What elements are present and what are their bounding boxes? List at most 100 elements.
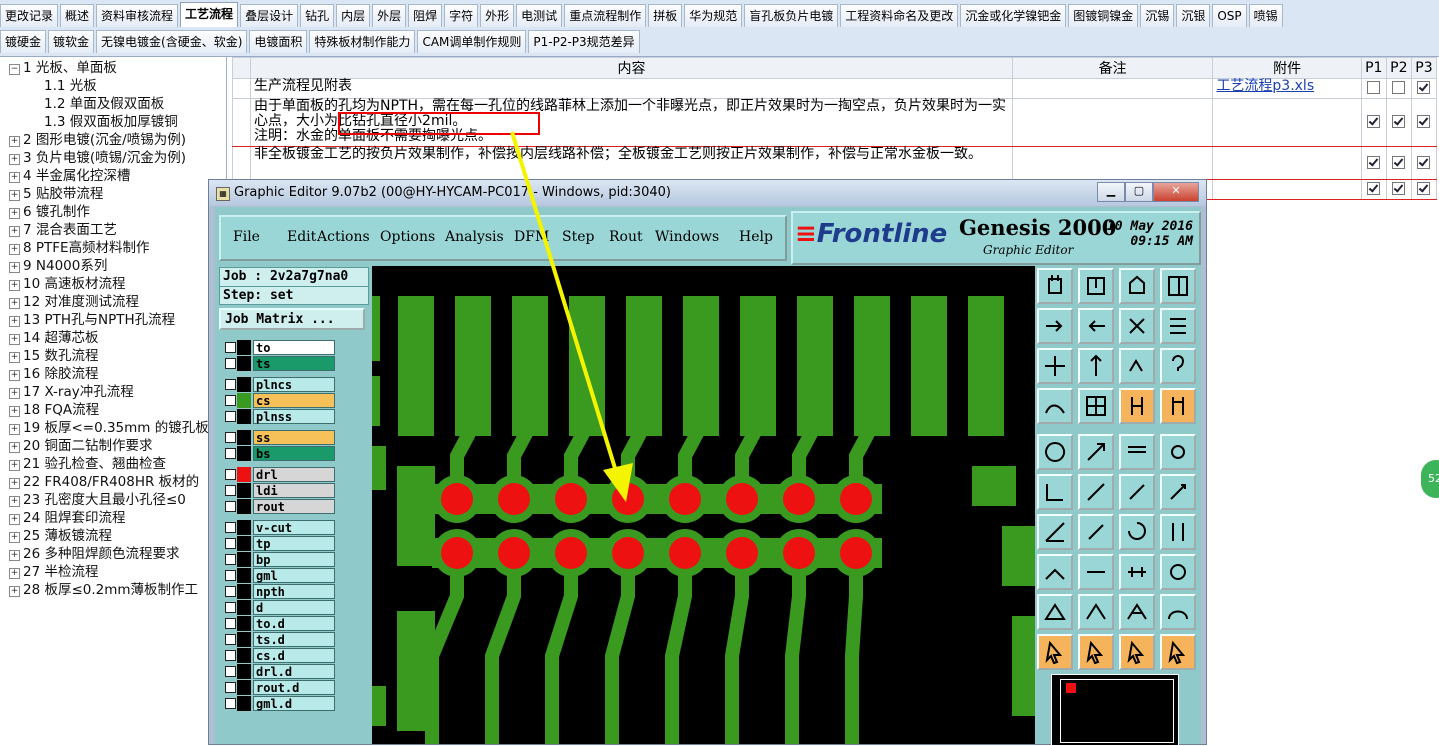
tool-button-5-1[interactable] <box>1078 474 1114 510</box>
expand-icon[interactable]: + <box>9 532 20 543</box>
tab-r1-0[interactable]: 更改记录 <box>0 4 59 27</box>
layer-name[interactable]: ts.d <box>253 632 335 647</box>
layer-name[interactable]: d <box>253 600 335 615</box>
window-titlebar[interactable]: ▦ Graphic Editor 9.07b2 (00@HY-HYCAM-PC0… <box>209 180 1206 206</box>
tab-r1-16[interactable]: 工程资料命名及更改 <box>840 4 959 27</box>
tab-r2-0[interactable]: 镀硬金 <box>0 30 47 53</box>
expand-icon[interactable]: + <box>9 568 20 579</box>
row-header[interactable] <box>231 98 252 147</box>
tool-button-5-0[interactable] <box>1037 474 1073 510</box>
layer-row[interactable]: gml.d <box>223 696 341 711</box>
tool-button-8-1[interactable] <box>1078 594 1114 630</box>
cell-content[interactable]: 生产流程见附表 <box>250 78 1013 99</box>
cell-attach[interactable] <box>1212 179 1362 200</box>
layer-color-swatch[interactable] <box>237 552 251 567</box>
close-button[interactable]: ✕ <box>1153 182 1199 202</box>
tool-button-8-3[interactable] <box>1160 594 1196 630</box>
layer-name[interactable]: rout.d <box>253 680 335 695</box>
row-header[interactable] <box>231 78 252 99</box>
layer-checkbox[interactable] <box>225 522 236 533</box>
p1-checkbox[interactable] <box>1367 115 1381 128</box>
tree-child-item[interactable]: 1.1 光板 <box>0 77 97 95</box>
tree-item[interactable]: +27 半检流程 <box>0 563 98 581</box>
layer-name[interactable]: drl <box>253 467 335 482</box>
expand-icon[interactable]: + <box>9 316 20 327</box>
cell-remark[interactable] <box>1011 98 1214 147</box>
expand-icon[interactable]: + <box>9 586 20 597</box>
expand-icon[interactable]: + <box>9 388 20 399</box>
tool-button-2-1[interactable] <box>1078 348 1114 384</box>
p3-checkbox[interactable] <box>1417 81 1431 94</box>
p1-checkbox[interactable] <box>1367 182 1381 195</box>
layer-name[interactable]: v-cut <box>253 520 335 535</box>
layer-name[interactable]: to.d <box>253 616 335 631</box>
tree-item[interactable]: +6 镀孔制作 <box>0 203 90 221</box>
layer-name[interactable]: ts <box>253 356 335 371</box>
tool-button-0-2[interactable] <box>1119 268 1155 304</box>
expand-icon[interactable]: + <box>9 424 20 435</box>
tab-r2-3[interactable]: 电镀面积 <box>249 30 308 53</box>
tool-button-3-0[interactable] <box>1037 388 1073 424</box>
layer-row[interactable]: npth <box>223 584 341 599</box>
layer-row[interactable]: cs <box>223 393 341 408</box>
layer-checkbox[interactable] <box>225 432 236 443</box>
p1-checkbox[interactable] <box>1367 155 1381 169</box>
layer-checkbox[interactable] <box>225 485 236 496</box>
layer-checkbox[interactable] <box>225 666 236 677</box>
tree-item[interactable]: +21 验孔检查、翘曲检查 <box>0 455 166 473</box>
tree-child-item[interactable]: 1.2 单面及假双面板 <box>0 95 164 113</box>
p3-checkbox[interactable] <box>1417 182 1431 195</box>
layer-checkbox[interactable] <box>225 448 236 459</box>
tab-r1-2[interactable]: 资料审核流程 <box>96 4 179 27</box>
layer-checkbox[interactable] <box>225 538 236 549</box>
tool-button-4-2[interactable] <box>1119 434 1155 470</box>
menu-help[interactable]: Help <box>739 229 773 245</box>
layer-color-swatch[interactable] <box>237 696 251 711</box>
layer-row[interactable]: drl <box>223 467 341 482</box>
tool-button-4-3[interactable] <box>1160 434 1196 470</box>
job-matrix-button[interactable]: Job Matrix ... <box>219 308 365 330</box>
layer-name[interactable]: cs <box>253 393 335 408</box>
tab-r1-9[interactable]: 字符 <box>444 4 479 27</box>
layer-name[interactable]: to <box>253 340 335 355</box>
layer-color-swatch[interactable] <box>237 377 251 392</box>
expand-icon[interactable]: + <box>9 244 20 255</box>
tool-button-1-3[interactable] <box>1160 308 1196 344</box>
tool-button-3-1[interactable] <box>1078 388 1114 424</box>
tab-r2-6[interactable]: P1-P2-P3规范差异 <box>528 30 640 53</box>
layer-checkbox[interactable] <box>225 634 236 645</box>
layer-row[interactable]: drl.d <box>223 664 341 679</box>
layer-row[interactable]: bp <box>223 552 341 567</box>
layer-name[interactable]: plnss <box>253 409 335 424</box>
menu-step[interactable]: Step <box>562 229 594 245</box>
layer-checkbox[interactable] <box>225 501 236 512</box>
tool-button-5-3[interactable] <box>1160 474 1196 510</box>
tool-button-6-1[interactable] <box>1078 514 1114 550</box>
tree-item[interactable]: +24 阻焊套印流程 <box>0 509 125 527</box>
layer-checkbox[interactable] <box>225 358 236 369</box>
tool-button-1-0[interactable] <box>1037 308 1073 344</box>
expand-icon[interactable]: + <box>9 226 20 237</box>
tree-item[interactable]: −1 光板、单面板 <box>0 59 117 77</box>
layer-row[interactable]: ldi <box>223 483 341 498</box>
tool-button-5-2[interactable] <box>1119 474 1155 510</box>
layer-color-swatch[interactable] <box>237 430 251 445</box>
layer-checkbox[interactable] <box>225 586 236 597</box>
tab-r1-7[interactable]: 外层 <box>372 4 407 27</box>
layer-name[interactable]: drl.d <box>253 664 335 679</box>
attachment-link[interactable]: 工艺流程p3.xls <box>1216 78 1314 94</box>
tree-item[interactable]: +19 板厚<=0.35mm 的镀孔板 <box>0 419 209 437</box>
tree-item[interactable]: +9 N4000系列 <box>0 257 107 275</box>
layer-name[interactable]: cs.d <box>253 648 335 663</box>
layer-checkbox[interactable] <box>225 570 236 581</box>
layer-row[interactable]: to <box>223 340 341 355</box>
tool-button-4-0[interactable] <box>1037 434 1073 470</box>
tool-button-3-3[interactable] <box>1160 388 1196 424</box>
layer-row[interactable]: cs.d <box>223 648 341 663</box>
cell-attach[interactable]: 工艺流程p3.xls <box>1212 78 1362 99</box>
tree-item[interactable]: +7 混合表面工艺 <box>0 221 117 239</box>
tab-r1-22[interactable]: 喷锡 <box>1248 4 1283 27</box>
tool-button-1-1[interactable] <box>1078 308 1114 344</box>
expand-icon[interactable]: + <box>9 298 20 309</box>
p2-checkbox[interactable] <box>1392 115 1406 128</box>
